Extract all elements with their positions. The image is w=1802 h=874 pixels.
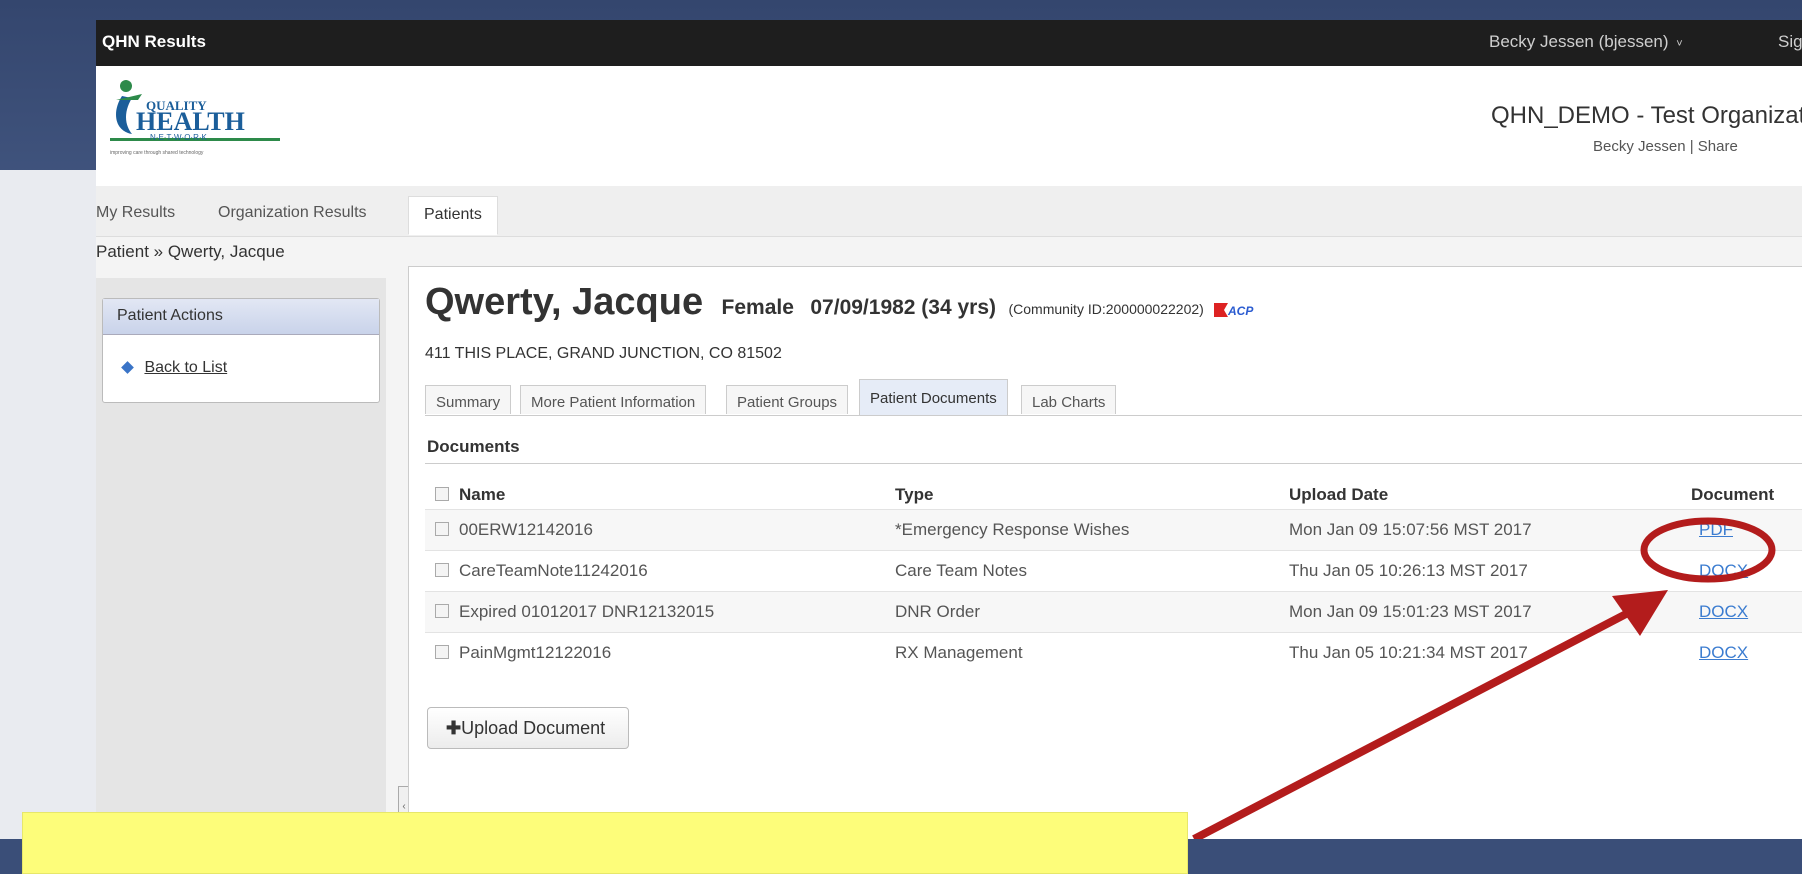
- app-title[interactable]: QHN Results: [102, 32, 206, 52]
- row-checkbox[interactable]: [435, 604, 449, 618]
- sidebar: Patient Actions Back to List: [96, 278, 386, 839]
- upload-document-button[interactable]: ✚Upload Document: [427, 707, 629, 749]
- user-menu[interactable]: Becky Jessen (bjessen) ˅: [1489, 32, 1683, 52]
- annotation-callout: [22, 812, 1188, 874]
- document-type: *Emergency Response Wishes: [895, 520, 1130, 539]
- table-row[interactable]: CareTeamNote11242016 Care Team Notes Thu…: [425, 550, 1802, 591]
- tab-patient-groups[interactable]: Patient Groups: [726, 385, 849, 414]
- patient-gender: Female: [721, 296, 794, 319]
- document-upload-date: Mon Jan 09 15:01:23 MST 2017: [1289, 602, 1532, 621]
- table-row[interactable]: 00ERW12142016 *Emergency Response Wishes…: [425, 509, 1802, 550]
- acp-badge-text: ACP: [1227, 304, 1254, 318]
- document-upload-date: Thu Jan 05 10:21:34 MST 2017: [1289, 643, 1528, 662]
- document-download-link[interactable]: DOCX: [1699, 561, 1748, 581]
- document-upload-date: Mon Jan 09 15:07:56 MST 2017: [1289, 520, 1532, 539]
- tab-organization-results[interactable]: Organization Results: [218, 204, 367, 222]
- column-name[interactable]: Name: [459, 485, 505, 505]
- document-download-link[interactable]: DOCX: [1699, 602, 1748, 622]
- document-download-link[interactable]: PDF: [1699, 520, 1733, 540]
- tab-lab-charts[interactable]: Lab Charts: [1021, 385, 1117, 414]
- document-type: DNR Order: [895, 602, 981, 621]
- table-row[interactable]: Expired 01012017 DNR12132015 DNR Order M…: [425, 591, 1802, 632]
- back-diamond-icon: [121, 361, 134, 374]
- document-name: Expired 01012017 DNR12132015: [459, 602, 715, 621]
- documents-divider: [425, 463, 1802, 464]
- documents-title: Documents: [427, 437, 520, 456]
- table-row[interactable]: PainMgmt12122016 RX Management Thu Jan 0…: [425, 632, 1802, 673]
- patient-community-id: (Community ID:200000022202): [1008, 301, 1204, 317]
- documents-table-header: Name Type Upload Date Document: [425, 479, 1802, 509]
- organization-name: QHN_DEMO - Test Organizatio: [1491, 102, 1802, 129]
- document-upload-date: Thu Jan 05 10:26:13 MST 2017: [1289, 561, 1528, 580]
- upload-document-label: Upload Document: [461, 718, 606, 738]
- tab-patients[interactable]: Patients: [408, 196, 498, 235]
- tab-patient-documents[interactable]: Patient Documents: [859, 379, 1008, 415]
- row-checkbox[interactable]: [435, 645, 449, 659]
- acp-flag-icon: ACP: [1214, 302, 1254, 318]
- logo-tagline: improving care through shared technology: [110, 150, 204, 156]
- patient-actions-header: Patient Actions: [103, 299, 379, 335]
- tab-my-results[interactable]: My Results: [96, 204, 175, 222]
- user-menu-label: Becky Jessen (bjessen): [1489, 32, 1669, 51]
- column-document[interactable]: Document: [1691, 485, 1774, 505]
- logo-text-network: N·E·T·W·O·R·K: [150, 133, 208, 142]
- chevron-down-icon: ˅: [1676, 38, 1683, 50]
- document-name: PainMgmt12122016: [459, 643, 612, 662]
- column-type[interactable]: Type: [895, 485, 933, 505]
- select-all-checkbox[interactable]: [435, 487, 449, 501]
- patient-tabs: Summary More Patient Information Patient…: [425, 379, 1802, 416]
- patient-heading: Qwerty, Jacque Female 07/09/1982 (34 yrs…: [425, 281, 1254, 324]
- row-checkbox[interactable]: [435, 522, 449, 536]
- column-upload-date[interactable]: Upload Date: [1289, 485, 1388, 505]
- app-window: QHN Results Becky Jessen (bjessen) ˅ Sig…: [96, 20, 1802, 839]
- logo: QUALITY HEALTH N·E·T·W·O·R·K improving c…: [110, 80, 280, 156]
- back-to-list-label: Back to List: [144, 359, 228, 376]
- document-name: 00ERW12142016: [459, 520, 593, 539]
- back-to-list-link[interactable]: Back to List: [121, 359, 228, 377]
- patient-name: Qwerty, Jacque: [425, 281, 704, 323]
- breadcrumb: Patient » Qwerty, Jacque: [96, 242, 285, 261]
- top-bar: QHN Results Becky Jessen (bjessen) ˅ Sig: [96, 20, 1802, 66]
- document-type: RX Management: [895, 643, 1023, 662]
- row-checkbox[interactable]: [435, 563, 449, 577]
- patient-actions-panel: Patient Actions Back to List: [102, 298, 380, 403]
- main-tabs: My Results Organization Results Patients: [96, 186, 1802, 237]
- sign-out-link[interactable]: Sig: [1778, 32, 1802, 52]
- header: QUALITY HEALTH N·E·T·W·O·R·K improving c…: [96, 66, 1802, 186]
- document-type: Care Team Notes: [895, 561, 1027, 580]
- logo-text-health: HEALTH: [136, 107, 245, 136]
- document-name: CareTeamNote11242016: [459, 561, 648, 580]
- plus-icon: ✚: [446, 718, 462, 738]
- patient-address: 411 THIS PLACE, GRAND JUNCTION, CO 81502: [425, 345, 782, 362]
- patient-dob: 07/09/1982 (34 yrs): [810, 296, 997, 319]
- patient-panel: Qwerty, Jacque Female 07/09/1982 (34 yrs…: [408, 266, 1802, 839]
- tab-more-patient-information[interactable]: More Patient Information: [520, 385, 707, 414]
- tab-summary[interactable]: Summary: [425, 385, 512, 414]
- organization-subtext: Becky Jessen | Share: [1593, 138, 1738, 155]
- document-download-link[interactable]: DOCX: [1699, 643, 1748, 663]
